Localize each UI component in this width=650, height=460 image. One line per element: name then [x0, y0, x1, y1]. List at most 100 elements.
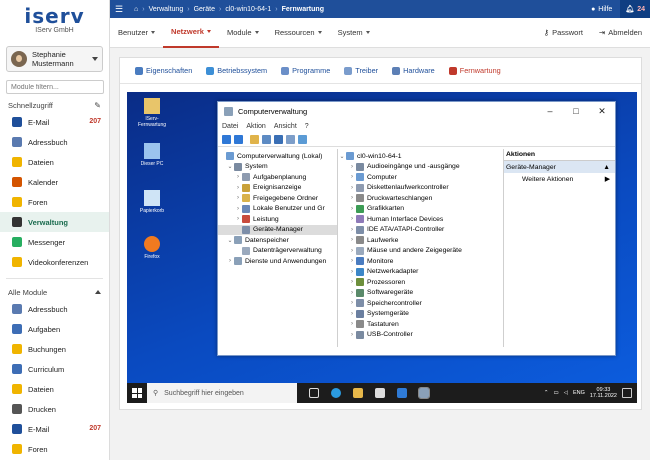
device-category[interactable]: › Computer: [338, 172, 503, 183]
chevron-up-icon[interactable]: ⌃: [544, 390, 549, 396]
device-root[interactable]: ⌄ cl0-win10-64-1: [338, 151, 503, 162]
desktop-icon-fernwartung[interactable]: IServ-Fernwartung: [132, 98, 172, 128]
menu-aktion[interactable]: Aktion: [246, 123, 265, 130]
tree-item[interactable]: › Aufgabenplanung: [218, 172, 337, 183]
module-filter-input[interactable]: [6, 80, 104, 94]
network-icon[interactable]: ▭: [554, 390, 559, 396]
expander-icon[interactable]: ›: [348, 206, 356, 212]
expander-icon[interactable]: ›: [234, 216, 242, 222]
computer-management-task-icon[interactable]: [418, 387, 430, 399]
start-button[interactable]: [127, 383, 147, 403]
properties-icon[interactable]: [286, 134, 295, 144]
subtab-fernwartung[interactable]: Fernwartung: [442, 66, 508, 75]
nav-item-foren[interactable]: Foren: [0, 439, 109, 459]
window-title-bar[interactable]: Computerverwaltung – □ ✕: [218, 102, 615, 120]
tree-item[interactable]: ⌄ Datenspeicher: [218, 235, 337, 246]
subtab-treiber[interactable]: Treiber: [337, 66, 385, 75]
tab-benutzer[interactable]: Benutzer: [110, 18, 163, 48]
expander-icon[interactable]: ›: [348, 195, 356, 201]
expander-icon[interactable]: ›: [348, 227, 356, 233]
password-link[interactable]: ⚷ Passwort: [536, 18, 591, 48]
nav-item-kalender[interactable]: Kalender: [0, 172, 109, 192]
device-category[interactable]: › Tastaturen: [338, 319, 503, 330]
folder-up-icon[interactable]: [250, 134, 259, 144]
tree-item[interactable]: Geräte-Manager: [218, 224, 337, 235]
expander-icon[interactable]: ›: [348, 164, 356, 170]
subtab-eigenschaften[interactable]: Eigenschaften: [128, 66, 199, 75]
logo[interactable]: iserv IServ GmbH: [0, 0, 109, 40]
expander-icon[interactable]: ›: [348, 321, 356, 327]
tab-ressourcen[interactable]: Ressourcen: [267, 18, 330, 48]
nav-item-dateien[interactable]: Dateien: [0, 379, 109, 399]
menu-ansicht[interactable]: Ansicht: [274, 123, 297, 130]
home-icon[interactable]: ⌂: [134, 6, 138, 13]
menu-icon[interactable]: ☰: [110, 0, 128, 18]
device-category[interactable]: › Prozessoren: [338, 277, 503, 288]
breadcrumb-item[interactable]: cl0-win10-64-1: [225, 6, 271, 13]
expander-icon[interactable]: ›: [348, 300, 356, 306]
expander-icon[interactable]: ›: [348, 216, 356, 222]
device-category[interactable]: › Laufwerke: [338, 235, 503, 246]
tab-system[interactable]: System: [330, 18, 378, 48]
file-explorer-icon[interactable]: [353, 388, 363, 398]
minimize-button[interactable]: –: [537, 106, 563, 117]
nav-item-videokonferenzen[interactable]: Videokonferenzen: [0, 252, 109, 272]
expander-icon[interactable]: ›: [226, 258, 234, 264]
help-icon[interactable]: [274, 134, 283, 144]
tree-item[interactable]: › Dienste und Anwendungen: [218, 256, 337, 267]
mail-icon[interactable]: [397, 388, 407, 398]
expander-icon[interactable]: ⌄: [226, 237, 234, 244]
expander-icon[interactable]: ›: [234, 185, 242, 191]
edge-icon[interactable]: [331, 388, 341, 398]
expander-icon[interactable]: ›: [348, 332, 356, 338]
nav-item-drucken[interactable]: Drucken: [0, 399, 109, 419]
desktop-icon-papierkorb[interactable]: Papierkorb: [132, 190, 172, 214]
subtab-programme[interactable]: Programme: [274, 66, 337, 75]
expander-icon[interactable]: ›: [348, 279, 356, 285]
expander-icon[interactable]: ›: [348, 185, 356, 191]
nav-item-e-mail[interactable]: E-Mail 207: [0, 112, 109, 132]
nav-item-e-mail[interactable]: E-Mail 207: [0, 419, 109, 439]
device-category[interactable]: › Systemgeräte: [338, 309, 503, 320]
expander-icon[interactable]: ›: [348, 248, 356, 254]
nav-item-foren[interactable]: Foren: [0, 192, 109, 212]
breadcrumb-item[interactable]: Verwaltung: [149, 6, 184, 13]
help-link[interactable]: ● Hilfe: [591, 6, 620, 13]
expander-icon[interactable]: ›: [348, 174, 356, 180]
tree-item[interactable]: ⌄ System: [218, 162, 337, 173]
notifications-button[interactable]: 🔔︎ 24: [620, 0, 650, 18]
desktop-icon-firefox[interactable]: Firefox: [132, 236, 172, 260]
actions-device-manager[interactable]: Geräte-Manager ▲: [504, 161, 615, 173]
back-icon[interactable]: [222, 134, 231, 144]
nav-item-dateien[interactable]: Dateien: [0, 152, 109, 172]
volume-icon[interactable]: ◁: [564, 390, 568, 396]
forward-icon[interactable]: [234, 134, 243, 144]
pencil-icon[interactable]: ✎: [94, 101, 101, 110]
device-category[interactable]: › Monitore: [338, 256, 503, 267]
nav-item-adressbuch[interactable]: Adressbuch: [0, 299, 109, 319]
menu-help[interactable]: ?: [305, 123, 309, 130]
tree-item[interactable]: › Freigegebene Ordner: [218, 193, 337, 204]
tree-item[interactable]: › Ereignisanzeige: [218, 183, 337, 194]
device-category[interactable]: › Softwaregeräte: [338, 288, 503, 299]
expander-icon[interactable]: ›: [234, 195, 242, 201]
breadcrumb-item[interactable]: Geräte: [194, 6, 215, 13]
notification-center-icon[interactable]: [622, 388, 632, 398]
device-category[interactable]: › Druckwarteschlangen: [338, 193, 503, 204]
expander-icon[interactable]: ›: [348, 258, 356, 264]
nav-item-verwaltung[interactable]: Verwaltung: [0, 212, 109, 232]
user-menu[interactable]: Stephanie Mustermann: [6, 46, 103, 72]
subtab-hardware[interactable]: Hardware: [385, 66, 442, 75]
device-category[interactable]: › IDE ATA/ATAPI-Controller: [338, 225, 503, 236]
nav-item-messenger[interactable]: Messenger: [0, 232, 109, 252]
device-category[interactable]: › Grafikkarten: [338, 204, 503, 215]
store-icon[interactable]: [375, 388, 385, 398]
tab-module[interactable]: Module: [219, 18, 267, 48]
device-category[interactable]: › Diskettenlaufwerkcontroller: [338, 183, 503, 194]
expander-icon[interactable]: ›: [234, 206, 242, 212]
nav-item-curriculum[interactable]: Curriculum: [0, 359, 109, 379]
expander-icon[interactable]: ›: [348, 311, 356, 317]
expander-icon[interactable]: ⌄: [226, 163, 234, 170]
all-modules-header[interactable]: Alle Module: [0, 285, 109, 299]
tree-item[interactable]: Computerverwaltung (Lokal): [218, 151, 337, 162]
